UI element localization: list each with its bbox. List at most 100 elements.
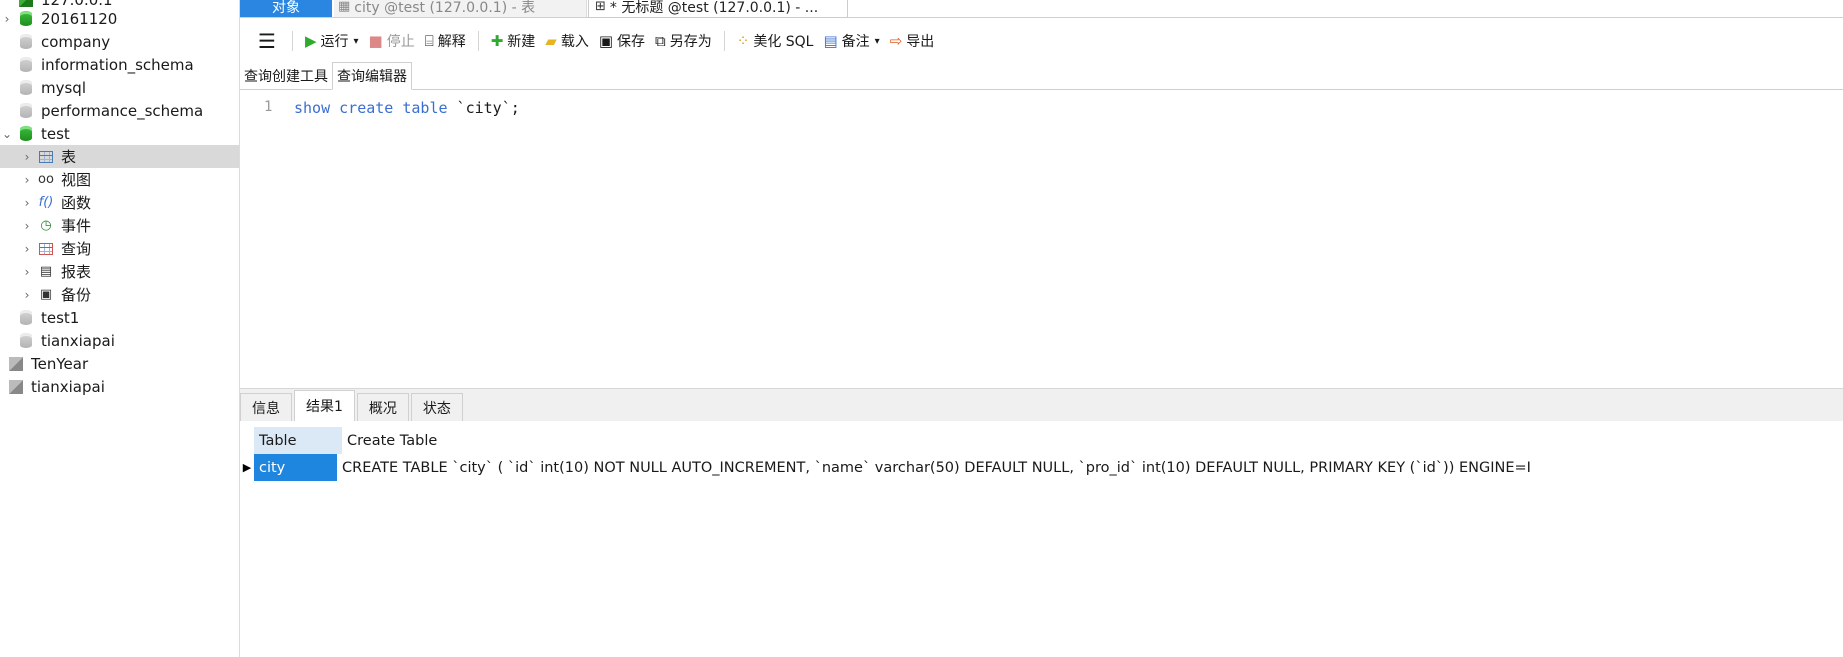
explain-button[interactable]: ⌸ 解释 (425, 31, 466, 51)
database-icon (18, 126, 34, 142)
database-icon (18, 333, 34, 349)
row-pointer-icon: ▶ (242, 461, 252, 474)
query-icon: ⊞ (595, 0, 606, 14)
tab-query-editor[interactable]: 查询编辑器 (332, 62, 412, 90)
load-button[interactable]: ▰ 载入 (545, 31, 589, 51)
stop-icon: ■ (368, 32, 383, 50)
note-icon: ▤ (823, 32, 838, 50)
connection-icon (8, 379, 24, 395)
connection-icon (8, 356, 24, 372)
query-icon (38, 241, 54, 257)
toolbar-separator (723, 31, 725, 51)
tree-db-test1[interactable]: test1 (0, 306, 239, 329)
tab-result1[interactable]: 结果1 (294, 390, 355, 421)
event-clock-icon: ◷ (40, 218, 52, 233)
grid-header: Table Create Table (254, 427, 437, 454)
magic-wand-icon: ⁘ (736, 32, 750, 50)
sql-keyword: show (294, 99, 331, 117)
explain-icon: ⌸ (424, 32, 434, 50)
sql-code-line[interactable]: show create table `city`; (294, 99, 520, 117)
tree-functions[interactable]: › f() 函数 (0, 191, 239, 214)
tab-objects[interactable]: 对象 (240, 0, 332, 17)
sql-keyword: table (402, 99, 448, 117)
database-icon (18, 310, 34, 326)
export-icon: ⇨ (889, 32, 903, 50)
chevron-right-icon[interactable]: › (20, 150, 34, 164)
tab-query-builder[interactable]: 查询创建工具 (240, 63, 332, 89)
report-icon: ▤ (39, 264, 53, 279)
line-number: 1 (264, 99, 273, 115)
save-button[interactable]: ▣ 保存 (599, 31, 645, 51)
tab-status[interactable]: 状态 (410, 393, 463, 421)
database-icon (18, 11, 34, 27)
sql-identifier: `city`; (447, 99, 520, 117)
database-icon (18, 80, 34, 96)
column-header-table[interactable]: Table (254, 427, 342, 454)
new-button[interactable]: ✚ 新建 (491, 31, 536, 51)
function-icon: f() (38, 195, 54, 210)
line-gutter: 1 (240, 90, 290, 385)
tree-conn-tenyear[interactable]: TenYear (0, 352, 239, 375)
database-icon (18, 103, 34, 119)
cell-create-table[interactable]: CREATE TABLE `city` ( `id` int(10) NOT N… (337, 460, 1531, 476)
tree-reports[interactable]: › ▤ 报表 (0, 260, 239, 283)
export-button[interactable]: ⇨ 导出 (890, 31, 935, 51)
chevron-right-icon[interactable]: › (20, 173, 34, 187)
database-icon (18, 57, 34, 73)
sql-keyword: create (339, 99, 394, 117)
backup-icon: ▣ (39, 287, 53, 302)
chevron-right-icon[interactable]: › (0, 12, 14, 26)
dropdown-icon[interactable]: ▾ (353, 36, 358, 47)
view-glasses-icon: oo (38, 172, 54, 187)
sql-editor[interactable]: 1 show create table `city`; (240, 90, 1843, 385)
tree-tables[interactable]: › 表 (0, 145, 239, 168)
editor-mode-tabs: 查询创建工具 查询编辑器 (240, 61, 1843, 90)
query-toolbar: ☰ ▶ 运行 ▾ ■ 停止 ⌸ 解释 ✚ 新建 ▰ 载入 ▣ 保存 ⧉ 另存为 … (240, 26, 1843, 56)
tab-info[interactable]: 信息 (240, 393, 292, 421)
chevron-right-icon[interactable]: › (20, 288, 34, 302)
tab-untitled-query[interactable]: ⊞ * 无标题 @test (127.0.0.1) - ... (588, 0, 848, 18)
run-button[interactable]: ▶ 运行 ▾ (305, 31, 359, 51)
tab-profile[interactable]: 概况 (356, 393, 409, 421)
dropdown-icon[interactable]: ▾ (875, 36, 880, 47)
column-header-create-table[interactable]: Create Table (342, 427, 437, 454)
database-icon (18, 34, 34, 50)
tree-backups[interactable]: › ▣ 备份 (0, 283, 239, 306)
stop-button[interactable]: ■ 停止 (369, 31, 415, 51)
tree-queries[interactable]: › 查询 (0, 237, 239, 260)
main-area: 对象 ▦ city @test (127.0.0.1) - 表 ⊞ * 无标题 … (240, 0, 1843, 657)
new-query-icon: ✚ (490, 32, 504, 50)
tab-city-table[interactable]: ▦ city @test (127.0.0.1) - 表 (334, 0, 587, 17)
result-tabs: 信息 结果1 概况 状态 (240, 388, 1843, 422)
chevron-right-icon[interactable]: › (20, 219, 34, 233)
tree-db-test[interactable]: ⌄ test (0, 122, 239, 145)
tree-db-company[interactable]: company (0, 30, 239, 53)
chevron-right-icon[interactable]: › (20, 242, 34, 256)
table-icon (38, 149, 54, 165)
tree-db-performance-schema[interactable]: performance_schema (0, 99, 239, 122)
table-row[interactable]: ▶ city CREATE TABLE `city` ( `id` int(10… (240, 454, 1531, 481)
tree-db-mysql[interactable]: mysql (0, 76, 239, 99)
tree-conn-tianxiapai[interactable]: tianxiapai (0, 375, 239, 398)
save-as-button[interactable]: ⧉ 另存为 (655, 31, 712, 51)
chevron-right-icon[interactable]: › (20, 265, 34, 279)
tree-events[interactable]: › ◷ 事件 (0, 214, 239, 237)
tree-db-tianxiapai[interactable]: tianxiapai (0, 329, 239, 352)
tree-db-20161120[interactable]: › 20161120 (0, 7, 239, 30)
save-as-icon: ⧉ (655, 32, 666, 50)
result-grid: Table Create Table ▶ city CREATE TABLE `… (240, 421, 1843, 657)
tree-db-information-schema[interactable]: information_schema (0, 53, 239, 76)
beautify-sql-button[interactable]: ⁘ 美化 SQL (737, 31, 814, 51)
cell-table[interactable]: city (254, 454, 337, 481)
document-tabs: 对象 ▦ city @test (127.0.0.1) - 表 ⊞ * 无标题 … (240, 0, 1843, 18)
tree-views[interactable]: › oo 视图 (0, 168, 239, 191)
save-icon: ▣ (598, 32, 614, 50)
note-button[interactable]: ▤ 备注 ▾ (823, 31, 879, 51)
chevron-right-icon[interactable]: › (20, 196, 34, 210)
chevron-down-icon[interactable]: ⌄ (0, 127, 14, 141)
folder-icon: ▰ (545, 32, 557, 50)
object-tree: 127.0.0.1 › 20161120 company information… (0, 0, 240, 657)
toolbar-separator (291, 31, 293, 51)
menu-icon[interactable]: ☰ (258, 29, 276, 53)
toolbar-separator (477, 31, 479, 51)
